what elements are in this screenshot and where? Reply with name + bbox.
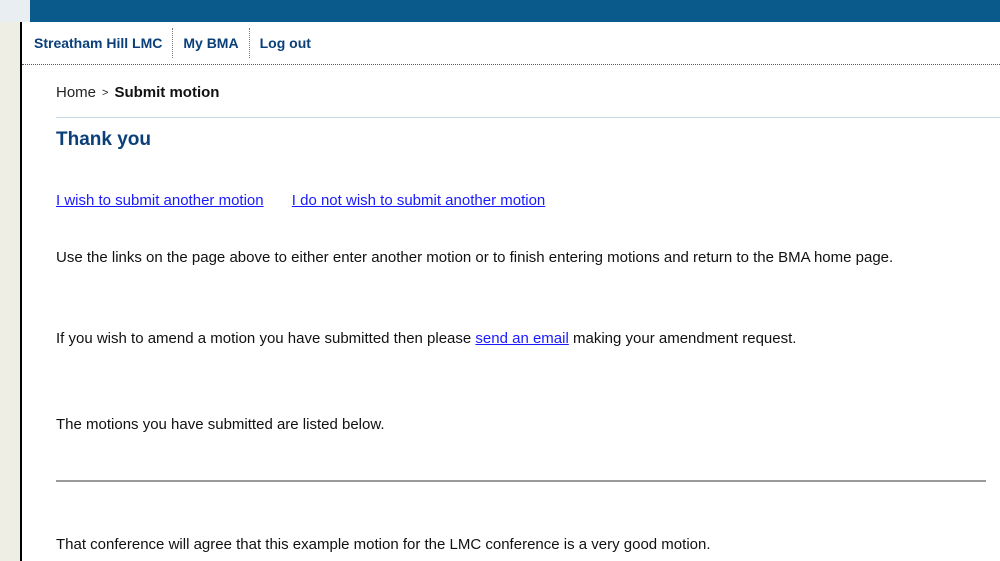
breadcrumb-home[interactable]: Home [56, 84, 96, 101]
nav-link-log-out[interactable]: Log out [250, 22, 321, 64]
section-divider [56, 480, 986, 482]
do-not-submit-another-motion-link[interactable]: I do not wish to submit another motion [292, 192, 545, 209]
amend-text-after: making your amendment request. [568, 330, 797, 347]
breadcrumb-current: Submit motion [114, 84, 220, 101]
breadcrumb-separator: > [102, 87, 109, 99]
submit-another-motion-link[interactable]: I wish to submit another motion [56, 192, 264, 209]
motions-list-intro: The motions you have submitted are liste… [56, 416, 385, 433]
browser-page: Streatham Hill LMC My BMA Log out Home > S… [0, 0, 1000, 561]
left-gutter [0, 0, 20, 561]
nav-link-streatham-hill-lmc[interactable]: Streatham Hill LMC [22, 22, 172, 64]
left-edge-border [20, 0, 22, 561]
nav-link-my-bma[interactable]: My BMA [173, 22, 248, 64]
top-banner-corner [0, 0, 30, 22]
amend-paragraph: If you wish to amend a motion you have s… [56, 329, 956, 349]
top-banner [0, 0, 1000, 22]
page-title: Thank you [56, 129, 152, 150]
send-email-link[interactable]: send an email [475, 330, 568, 347]
breadcrumb-divider [56, 117, 1000, 118]
breadcrumb: Home > Submit motion [56, 84, 219, 101]
top-navigation: Streatham Hill LMC My BMA Log out [22, 22, 1000, 65]
amend-text-before: If you wish to amend a motion you have s… [56, 330, 476, 347]
instructions-paragraph: Use the links on the page above to eithe… [56, 249, 894, 266]
submitted-motion-item: That conference will agree that this exa… [56, 536, 711, 553]
action-links: I wish to submit another motion I do not… [56, 192, 569, 209]
